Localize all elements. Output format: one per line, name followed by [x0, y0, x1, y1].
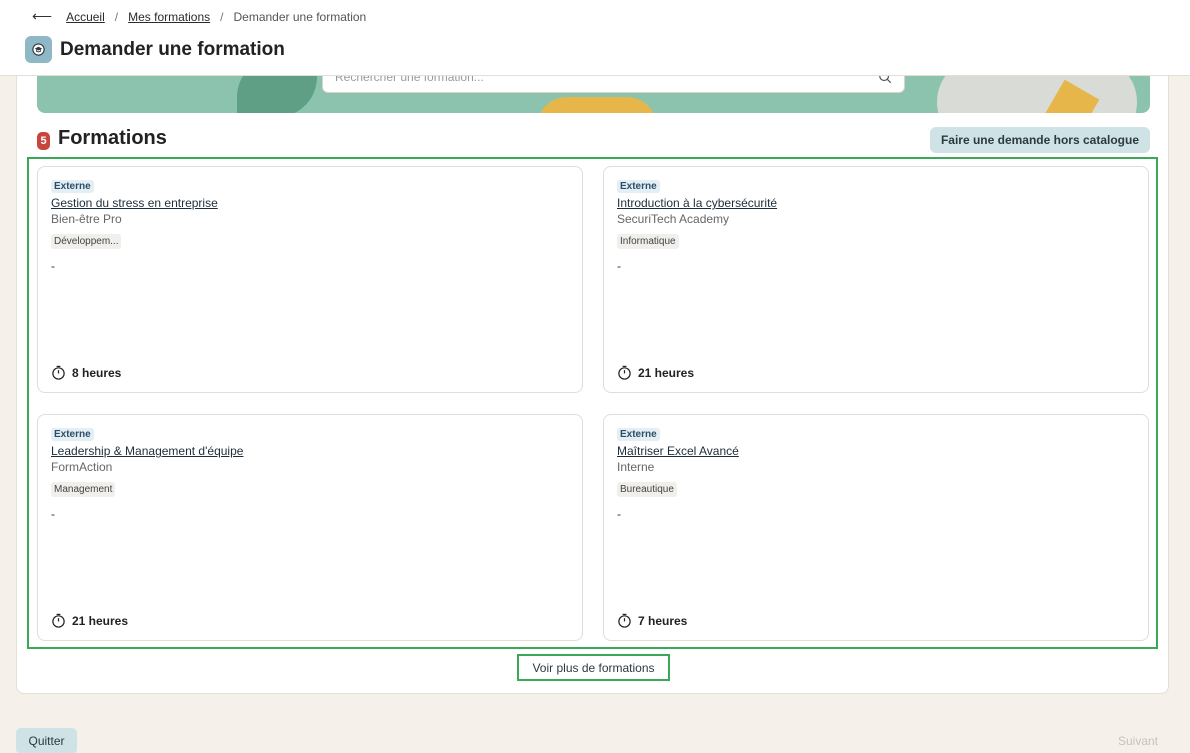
formation-duration: 8 heures [51, 365, 121, 380]
formation-title-link[interactable]: Introduction à la cybersécurité [617, 196, 777, 210]
count-badge: 5 [37, 132, 50, 150]
breadcrumb-current: Demander une formation [233, 9, 367, 24]
page-title-row: Demander une formation [25, 36, 285, 63]
top-header: ⟵ Accueil / Mes formations / Demander un… [0, 0, 1190, 76]
section-title: Formations [58, 127, 167, 149]
formation-duration: 7 heures [617, 613, 687, 628]
breadcrumb: ⟵ Accueil / Mes formations / Demander un… [32, 8, 366, 25]
page-title: Demander une formation [60, 38, 285, 60]
formation-duration: 21 heures [617, 365, 694, 380]
formation-card[interactable]: Externe Gestion du stress en entreprise … [37, 166, 583, 393]
formation-provider: Bien-être Pro [51, 212, 122, 226]
type-badge: Externe [617, 428, 660, 441]
formation-title-link[interactable]: Leadership & Management d'équipe [51, 444, 243, 458]
timer-icon [52, 613, 65, 628]
formation-card[interactable]: Externe Introduction à la cybersécurité … [603, 166, 1149, 393]
duration-label: 8 heures [72, 365, 122, 380]
category-tag: Bureautique [617, 482, 677, 497]
breadcrumb-separator: / [114, 9, 119, 24]
timer-icon [52, 365, 65, 380]
type-badge: Externe [51, 180, 94, 193]
formation-title-link[interactable]: Gestion du stress en entreprise [51, 196, 218, 210]
duration-label: 7 heures [638, 613, 688, 628]
formation-card[interactable]: Externe Leadership & Management d'équipe… [37, 414, 583, 641]
quit-button[interactable]: Quitter [16, 728, 77, 753]
formation-description: - [617, 259, 621, 273]
category-tag: Développem... [51, 234, 122, 249]
formation-description: - [51, 259, 55, 273]
formation-duration: 21 heures [51, 613, 128, 628]
formation-provider: SecuriTech Academy [617, 212, 730, 226]
formations-grid: Externe Gestion du stress en entreprise … [27, 157, 1158, 649]
timer-icon [618, 613, 631, 628]
next-button[interactable]: Suivant [1108, 728, 1168, 753]
formation-description: - [51, 507, 55, 521]
breadcrumb-separator: / [220, 9, 224, 24]
breadcrumb-home-link[interactable]: Accueil [66, 10, 105, 24]
formation-provider: FormAction [51, 460, 113, 474]
duration-label: 21 heures [638, 365, 695, 380]
banner-decoration [537, 97, 657, 113]
off-catalog-request-button[interactable]: Faire une demande hors catalogue [929, 127, 1150, 153]
type-badge: Externe [617, 180, 660, 193]
arrow-left-icon[interactable]: ⟵ [32, 8, 52, 25]
category-tag: Management [51, 482, 116, 497]
formation-description: - [617, 507, 621, 521]
category-tag: Informatique [617, 234, 679, 249]
type-badge: Externe [51, 428, 94, 441]
formation-title-link[interactable]: Maîtriser Excel Avancé [617, 444, 739, 458]
formations-header: 5 Formations Faire une demande hors cata… [37, 127, 1150, 157]
formation-provider: Interne [617, 460, 655, 474]
see-more-formations-button[interactable]: Voir plus de formations [517, 654, 670, 681]
formations-panel: Rechercher une formation... 5 Formations… [16, 56, 1169, 694]
timer-icon [618, 365, 631, 380]
duration-label: 21 heures [72, 613, 129, 628]
breadcrumb-mes-formations-link[interactable]: Mes formations [128, 10, 210, 24]
formation-card[interactable]: Externe Maîtriser Excel Avancé Interne B… [603, 414, 1149, 641]
graduation-cap-icon [25, 36, 52, 63]
